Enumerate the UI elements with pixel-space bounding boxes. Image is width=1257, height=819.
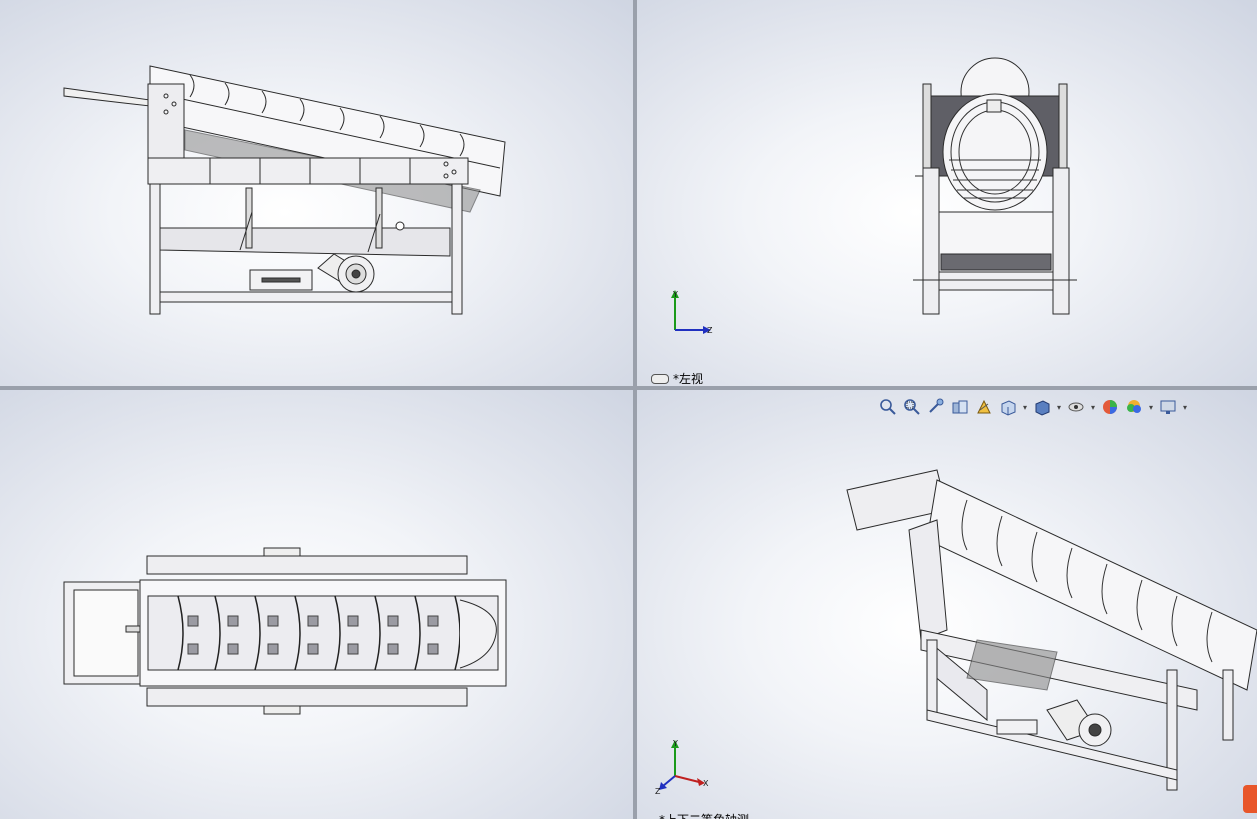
axis-triad: Y Z [671,290,713,335]
triad-y-label: Y [672,290,678,299]
view-name: *上下二等角轴测 [659,811,749,819]
viewport-front[interactable] [0,0,633,386]
view-label: *上下二等角轴测 [659,811,749,819]
viewport-top[interactable] [0,390,633,819]
vertical-splitter[interactable] [633,0,637,819]
axis-triad: Y X Z [655,739,709,796]
viewport-isometric[interactable]: ▾ ▾ ▾ ▾ ▾ Y X Z *上下二等角轴测 [637,390,1257,819]
horizontal-splitter[interactable] [0,386,1257,390]
view-name: *左视 [673,372,704,386]
triad-x-label: X [703,779,709,788]
triad-z-label: Z [707,326,713,335]
orange-badge-icon[interactable] [1243,785,1257,813]
front-view-drawing [63,65,506,315]
viewport-left[interactable]: Y Z *左视 [637,0,1257,386]
link-views-icon [651,373,669,384]
top-view-drawing [63,547,507,715]
triad-z-label: Z [655,787,661,796]
triad-y-label: Y [672,739,678,748]
view-label: *左视 [651,370,703,386]
